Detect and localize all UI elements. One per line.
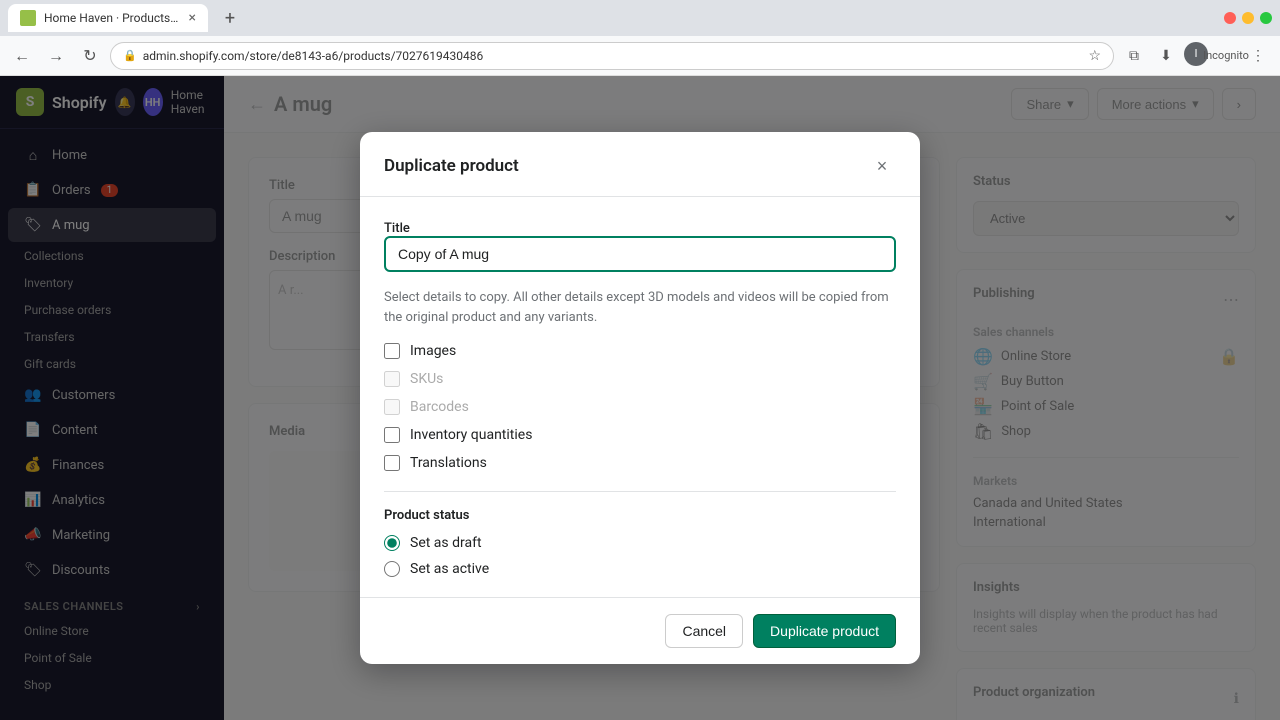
browser-chrome: Home Haven · Products · A mu... × + ← → … xyxy=(0,0,1280,76)
back-button[interactable]: ← xyxy=(8,42,36,70)
ssl-lock-icon: 🔒 xyxy=(123,49,137,62)
browser-tab[interactable]: Home Haven · Products · A mu... × xyxy=(8,4,208,32)
window-minimize-button[interactable] xyxy=(1242,12,1254,24)
modal-title: Duplicate product xyxy=(384,156,519,176)
browser-titlebar: Home Haven · Products · A mu... × + xyxy=(0,0,1280,36)
images-checkbox-item: Images xyxy=(384,343,896,359)
set-as-active-label: Set as active xyxy=(410,561,489,577)
set-as-active-radio[interactable] xyxy=(384,561,400,577)
inventory-quantities-checkbox[interactable] xyxy=(384,427,400,443)
skus-checkbox-item: SKUs xyxy=(384,371,896,387)
cancel-button[interactable]: Cancel xyxy=(665,614,743,648)
translations-checkbox-label: Translations xyxy=(410,455,487,471)
translations-checkbox[interactable] xyxy=(384,455,400,471)
set-as-draft-label: Set as draft xyxy=(410,535,482,551)
modal-title-input[interactable] xyxy=(384,236,896,272)
modal-description: Select details to copy. All other detail… xyxy=(384,288,896,327)
barcodes-checkbox[interactable] xyxy=(384,399,400,415)
inventory-quantities-label: Inventory quantities xyxy=(410,427,532,443)
incognito-button[interactable]: Incognito xyxy=(1212,42,1240,70)
extensions-button[interactable]: ⧉ xyxy=(1120,42,1148,70)
modal-divider xyxy=(384,491,896,492)
skus-checkbox[interactable] xyxy=(384,371,400,387)
set-as-draft-radio-item: Set as draft xyxy=(384,535,896,551)
tab-close-button[interactable]: × xyxy=(189,10,196,26)
menu-button[interactable]: ⋮ xyxy=(1244,42,1272,70)
duplicate-product-button[interactable]: Duplicate product xyxy=(753,614,896,648)
forward-button[interactable]: → xyxy=(42,42,70,70)
translations-checkbox-item: Translations xyxy=(384,455,896,471)
modal-title-field-label: Title xyxy=(384,221,410,236)
download-button[interactable]: ⬇ xyxy=(1152,42,1180,70)
tab-title: Home Haven · Products · A mu... xyxy=(44,11,181,25)
set-as-active-radio-item: Set as active xyxy=(384,561,896,577)
set-as-draft-radio[interactable] xyxy=(384,535,400,551)
modal-footer: Cancel Duplicate product xyxy=(360,597,920,664)
modal-checkbox-group: Images SKUs Barcodes Inventory quantitie… xyxy=(384,343,896,471)
window-maximize-button[interactable] xyxy=(1260,12,1272,24)
skus-checkbox-label: SKUs xyxy=(410,371,443,387)
modal-title-group: Title xyxy=(384,217,896,272)
duplicate-product-modal: Duplicate product × Title Select details… xyxy=(360,132,920,664)
product-status-radio-group: Set as draft Set as active xyxy=(384,535,896,577)
modal-backdrop[interactable]: Duplicate product × Title Select details… xyxy=(0,76,1280,720)
modal-header: Duplicate product × xyxy=(360,132,920,197)
refresh-button[interactable]: ↻ xyxy=(76,42,104,70)
new-tab-button[interactable]: + xyxy=(216,4,244,32)
barcodes-checkbox-item: Barcodes xyxy=(384,399,896,415)
images-checkbox[interactable] xyxy=(384,343,400,359)
window-close-button[interactable] xyxy=(1224,12,1236,24)
product-status-title: Product status xyxy=(384,508,896,523)
url-bar[interactable]: 🔒 admin.shopify.com/store/de8143-a6/prod… xyxy=(110,42,1114,70)
images-checkbox-label: Images xyxy=(410,343,456,359)
url-text: admin.shopify.com/store/de8143-a6/produc… xyxy=(143,49,1083,63)
modal-body: Title Select details to copy. All other … xyxy=(360,197,920,597)
modal-close-button[interactable]: × xyxy=(868,152,896,180)
browser-nav: ← → ↻ 🔒 admin.shopify.com/store/de8143-a… xyxy=(0,36,1280,76)
inventory-quantities-checkbox-item: Inventory quantities xyxy=(384,427,896,443)
barcodes-checkbox-label: Barcodes xyxy=(410,399,469,415)
bookmark-icon[interactable]: ☆ xyxy=(1088,48,1101,64)
tab-favicon xyxy=(20,10,36,26)
